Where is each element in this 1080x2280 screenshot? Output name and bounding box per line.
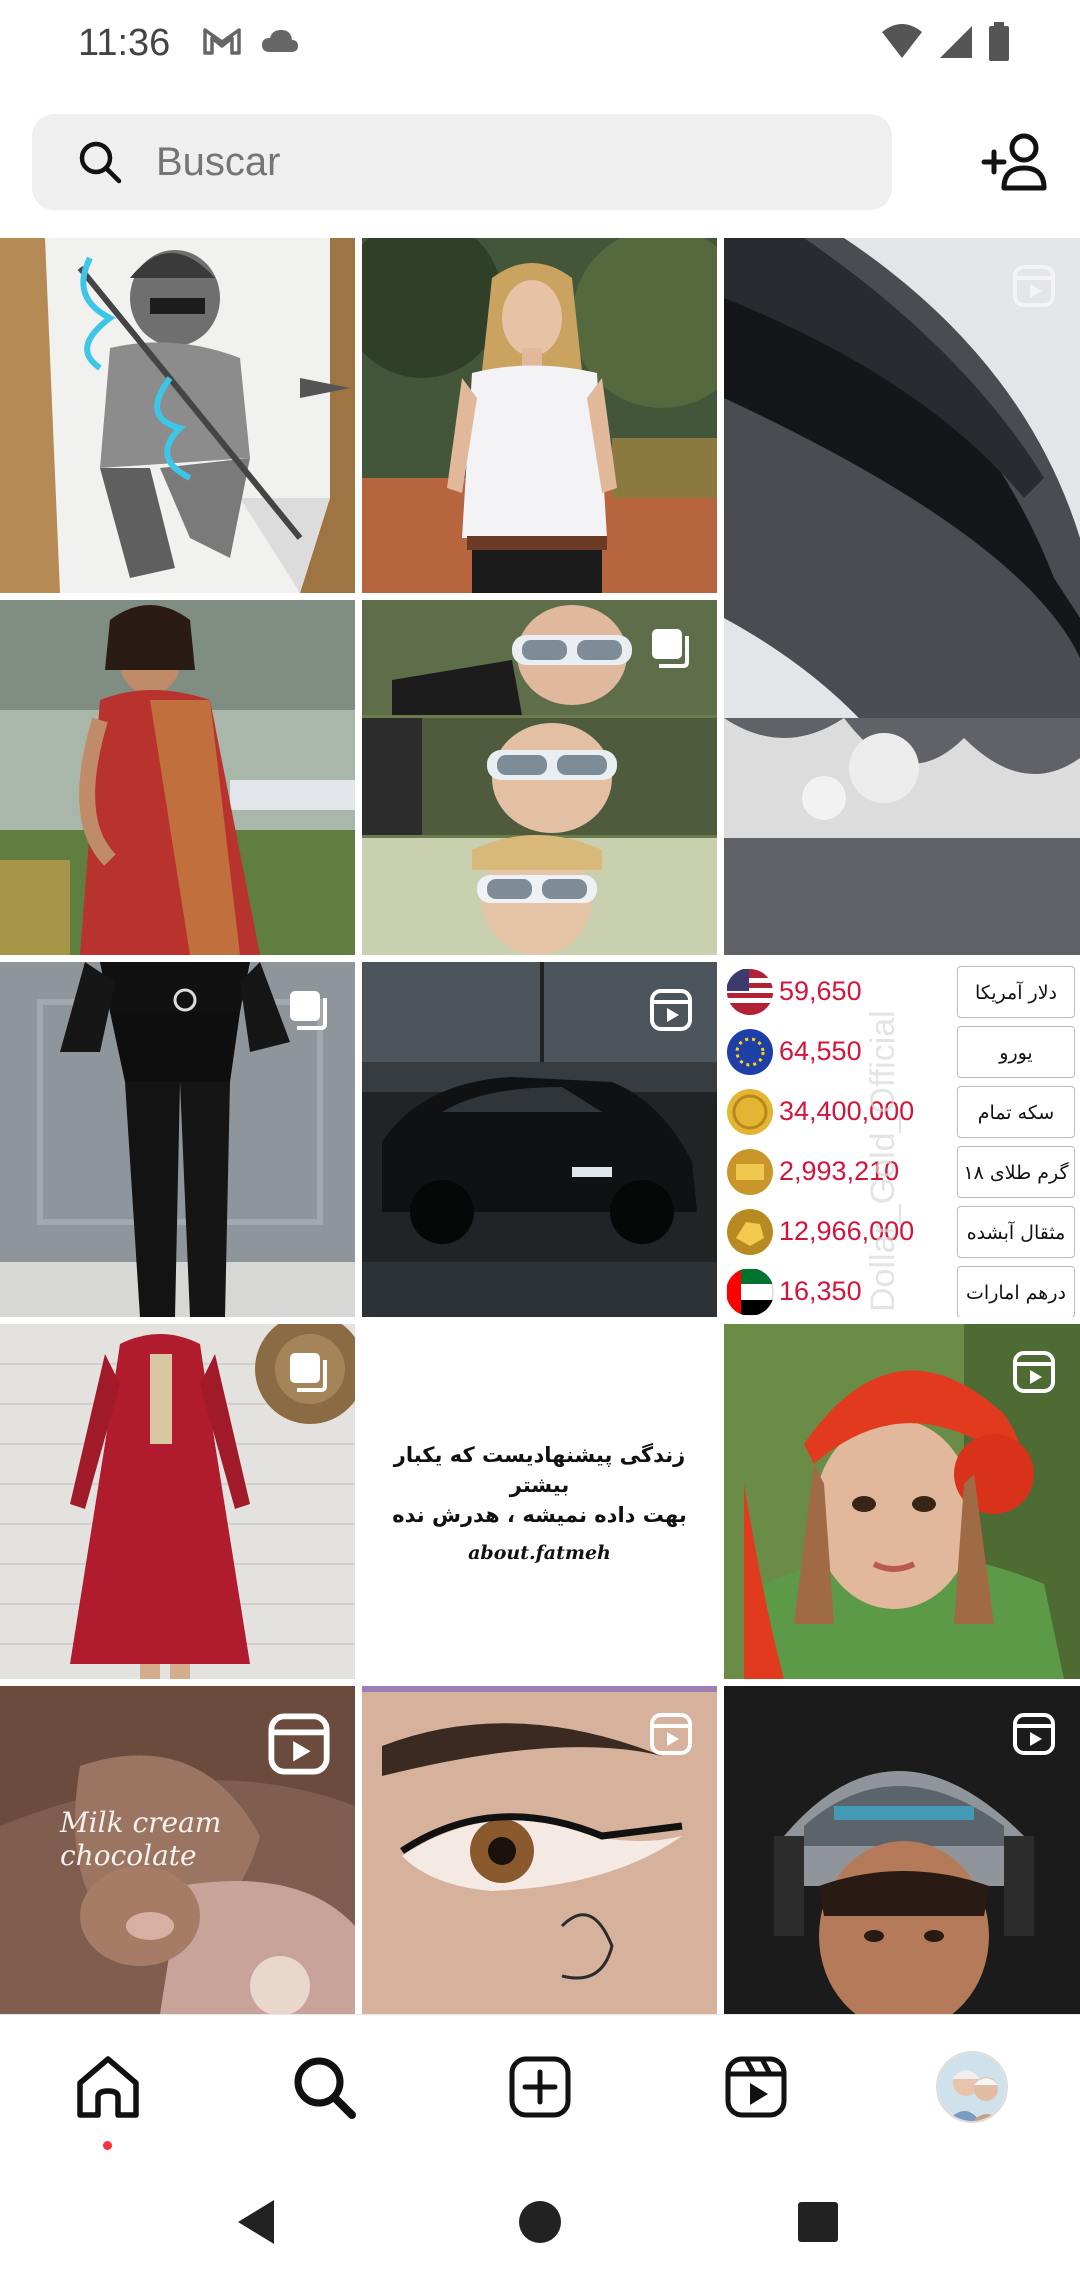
reel-icon bbox=[650, 1713, 692, 1755]
search-input[interactable] bbox=[156, 139, 756, 185]
carousel-icon bbox=[290, 991, 327, 1030]
back-icon[interactable] bbox=[228, 2192, 288, 2252]
search-icon bbox=[79, 141, 122, 184]
nav-reels[interactable] bbox=[716, 2047, 796, 2127]
explore-post-caption[interactable]: زندگی پیشنهادیست که یکبار بیشتر بهت داده… bbox=[362, 1324, 717, 1679]
profile-avatar bbox=[936, 2051, 1008, 2123]
nav-home[interactable] bbox=[68, 2047, 148, 2127]
explore-reel-red-turban[interactable] bbox=[724, 1324, 1080, 1679]
caption-line-1: زندگی پیشنهادیست که یکبار بیشتر bbox=[393, 1442, 686, 1497]
explore-reel-windshield[interactable] bbox=[724, 238, 1080, 955]
notification-dot bbox=[103, 2141, 112, 2150]
overlay-script-text: Milk cream chocolate bbox=[60, 1806, 222, 1872]
caption-line-2: بهت داده نمیشه ، هدرش نده bbox=[392, 1502, 687, 1527]
status-icons-left bbox=[202, 26, 300, 56]
eu-flag-icon bbox=[727, 1029, 773, 1075]
home-icon bbox=[77, 2056, 139, 2118]
uae-flag-icon bbox=[726, 1268, 774, 1316]
explore-reel-chocolate[interactable]: Milk cream chocolate bbox=[0, 1686, 355, 2014]
explore-reel-eyeliner[interactable] bbox=[362, 1686, 717, 2014]
post-thumbnail bbox=[0, 238, 355, 593]
rate-label: گرم طلای ۱۸ bbox=[957, 1146, 1075, 1198]
gold-coin-icon bbox=[727, 1089, 773, 1135]
rate-label: دلار آمریکا bbox=[957, 966, 1075, 1018]
search-row bbox=[32, 114, 1052, 210]
create-icon bbox=[509, 2056, 571, 2118]
post-thumbnail bbox=[362, 238, 717, 593]
post-thumbnail bbox=[0, 600, 355, 955]
explore-post-drawing[interactable] bbox=[0, 238, 355, 593]
cellular-signal-icon bbox=[940, 26, 972, 58]
rate-label: سکه تمام bbox=[957, 1086, 1075, 1138]
explore-post-red-dress[interactable] bbox=[0, 1324, 355, 1679]
search-box[interactable] bbox=[32, 114, 892, 210]
explore-post-currency-rates[interactable]: 59,650 دلار آمریکا 64,550 یورو 34,400,00… bbox=[724, 962, 1080, 1317]
status-icons-right bbox=[880, 22, 1010, 62]
rates-watermark: Dollar_Gold_Official bbox=[864, 1010, 902, 1312]
gmail-icon bbox=[203, 28, 241, 55]
reel-icon bbox=[650, 989, 692, 1031]
cloud-icon bbox=[262, 30, 298, 52]
svg-text:Dollar_Gold_Official: Dollar_Gold_Official bbox=[864, 1010, 902, 1312]
explore-post-woman-polo[interactable] bbox=[362, 238, 717, 593]
rate-label: یورو bbox=[957, 1026, 1075, 1078]
home-circle-icon[interactable] bbox=[510, 2192, 570, 2252]
explore-grid: 59,650 دلار آمریکا 64,550 یورو 34,400,00… bbox=[0, 238, 1080, 2014]
explore-reel-car[interactable] bbox=[362, 962, 717, 1317]
battery-icon bbox=[989, 22, 1009, 61]
reel-icon bbox=[1013, 1713, 1055, 1755]
post-thumbnail bbox=[724, 238, 1080, 955]
search-icon bbox=[294, 2057, 356, 2119]
system-nav bbox=[0, 2164, 1080, 2280]
gold-bar-icon bbox=[727, 1149, 773, 1195]
carousel-icon bbox=[290, 1353, 327, 1392]
nav-profile[interactable] bbox=[932, 2047, 1012, 2127]
explore-post-sunglasses[interactable] bbox=[362, 600, 717, 955]
us-flag-icon bbox=[727, 969, 773, 1015]
nav-search[interactable] bbox=[284, 2047, 364, 2127]
add-user-icon[interactable] bbox=[980, 126, 1052, 198]
status-time: 11:36 bbox=[78, 22, 171, 64]
status-bar: 11:36 bbox=[0, 0, 1080, 90]
recents-icon[interactable] bbox=[788, 2192, 848, 2252]
reel-icon bbox=[1013, 265, 1055, 307]
bottom-nav bbox=[0, 2014, 1080, 2164]
carousel-icon bbox=[652, 629, 689, 668]
avatar-image bbox=[938, 2053, 1006, 2121]
gold-nugget-icon bbox=[727, 1209, 773, 1255]
reels-icon bbox=[725, 2056, 787, 2118]
caption-credit: about.fatmeh bbox=[468, 1541, 611, 1564]
rate-label: درهم امارات bbox=[957, 1266, 1075, 1317]
reel-icon bbox=[1013, 1351, 1055, 1393]
explore-reel-helmet[interactable] bbox=[724, 1686, 1080, 2014]
explore-post-saree[interactable] bbox=[0, 600, 355, 955]
nav-create[interactable] bbox=[500, 2047, 580, 2127]
rate-label: مثقال آبشده bbox=[957, 1206, 1075, 1258]
reel-icon bbox=[268, 1713, 330, 1775]
wifi-icon bbox=[882, 24, 922, 58]
explore-post-black-outfit[interactable] bbox=[0, 962, 355, 1317]
